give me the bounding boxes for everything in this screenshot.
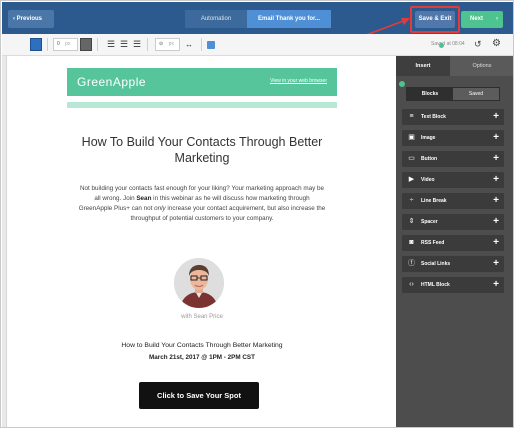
body-bold-name: Sean [136,195,152,202]
block-item-label: Social Links [421,261,451,267]
button-icon: ▭ [408,155,415,162]
add-block-icon[interactable]: + [493,256,499,272]
top-bar: ‹ Previous Automation Email Thank you fo… [2,2,513,34]
add-block-icon[interactable]: + [493,214,499,230]
add-block-icon[interactable]: + [493,235,499,251]
block-item-label: RSS Feed [421,240,445,246]
block-item-label: Text Block [421,114,446,120]
chevron-right-icon: › [496,16,498,22]
block-item[interactable]: ‹› HTML Block + [402,277,504,293]
block-item[interactable]: ▶ Video + [402,172,504,188]
previous-button[interactable]: ‹ Previous [8,10,54,28]
block-item[interactable]: ▭ Button + [402,151,504,167]
email-header-banner[interactable]: GreenApple View in your web browser [67,68,337,96]
block-item[interactable]: ⇕ Spacer + [402,214,504,230]
blocks-saved-toggle: Blocks Saved [406,87,500,101]
add-block-icon[interactable]: + [493,151,499,167]
toolbar-divider [147,38,148,51]
text-color-swatch[interactable] [30,38,42,51]
align-right-icon[interactable]: ☰ [132,38,142,51]
block-item-label: Image [421,135,436,141]
html-block-icon: ‹› [409,281,414,288]
panel-tabs: Insert Options [396,56,513,76]
block-item-label: Line Break [421,198,447,204]
toolbar-divider [97,38,98,51]
expand-icon[interactable]: ↔ [183,38,195,51]
formatting-toolbar: 0 px ☰ ☰ ☰ ⊝ px ↔ Saved at 08:04 ↺ ⚙ [2,34,513,56]
panel-indicator-dot [399,81,405,87]
save-spot-button[interactable]: Click to Save Your Spot [139,382,259,409]
logo: GreenApple [77,75,147,89]
block-item-label: HTML Block [421,282,450,288]
presenter-caption: with Sean Price [181,314,223,320]
toolbar-divider [201,38,202,51]
align-left-icon[interactable]: ☰ [106,38,116,51]
segment-blocks[interactable]: Blocks [407,88,453,100]
toolbar-divider [47,38,48,51]
web-browser-link[interactable]: View in your web browser [270,78,327,84]
breadcrumb-email[interactable]: Email Thank you for... [247,10,331,28]
add-block-icon[interactable]: + [493,130,499,146]
font-size-input[interactable]: 0 px [53,38,78,51]
text-block-icon: ≡ [409,113,414,120]
font-size-unit: px [65,41,71,47]
save-exit-button[interactable]: Save & Exit [415,11,455,28]
image-icon: ▣ [408,134,415,141]
event-date[interactable]: March 21st, 2017 @ 1PM - 2PM CST [67,354,337,361]
block-item[interactable]: ≡ Text Block + [402,109,504,125]
link-icon: ⊝ [159,41,164,47]
next-button[interactable]: Next › [461,11,503,28]
rss-icon: ◙ [409,239,414,246]
presenter-avatar[interactable] [174,258,224,308]
add-block-icon[interactable]: + [493,277,499,293]
block-item[interactable]: ◙ RSS Feed + [402,235,504,251]
block-item[interactable]: ▣ Image + [402,130,504,146]
add-block-icon[interactable]: + [493,172,499,188]
video-icon: ▶ [408,176,415,183]
tab-insert[interactable]: Insert [396,56,450,76]
email-canvas[interactable]: GreenApple View in your web browser How … [7,56,396,427]
checkbox-icon[interactable] [207,41,215,49]
breadcrumb-automation[interactable]: Automation [185,10,247,28]
saved-status: Saved at 08:04 [431,41,465,47]
align-center-icon[interactable]: ☰ [119,38,129,51]
segment-saved[interactable]: Saved [453,88,499,100]
add-block-icon[interactable]: + [493,193,499,209]
background-color-swatch[interactable] [80,38,92,51]
insert-panel: Insert Options Blocks Saved ≡ Text Block +… [396,56,513,427]
saved-status-dot [439,43,444,48]
block-item-label: Button [421,156,438,162]
line-break-icon: ÷ [409,197,414,204]
app-frame: ‹ Previous Automation Email Thank you fo… [0,0,514,428]
presenter-photo [174,258,224,308]
add-block-icon[interactable]: + [493,109,499,125]
block-item-label: Video [421,177,435,183]
tab-options[interactable]: Options [450,56,513,76]
body-italic-only: only [154,205,166,212]
block-item-label: Spacer [421,219,438,225]
font-size-value: 0 [57,41,60,47]
width-unit: px [168,41,174,47]
next-label: Next [470,16,484,22]
history-icon[interactable]: ↺ [474,39,482,50]
email-headline[interactable]: How To Build Your Contacts Through Bette… [67,134,337,166]
header-divider-bar [67,102,337,108]
link-width-input[interactable]: ⊝ px [155,38,180,51]
email-body-text[interactable]: Not building your contacts fast enough f… [77,184,327,224]
block-item[interactable]: ⓕ Social Links + [402,256,504,272]
spacer-icon: ⇕ [408,218,415,225]
settings-gear-icon[interactable]: ⚙ [492,38,501,49]
event-title[interactable]: How to Build Your Contacts Through Bette… [67,342,337,349]
block-item[interactable]: ÷ Line Break + [402,193,504,209]
social-links-icon: ⓕ [408,260,415,267]
